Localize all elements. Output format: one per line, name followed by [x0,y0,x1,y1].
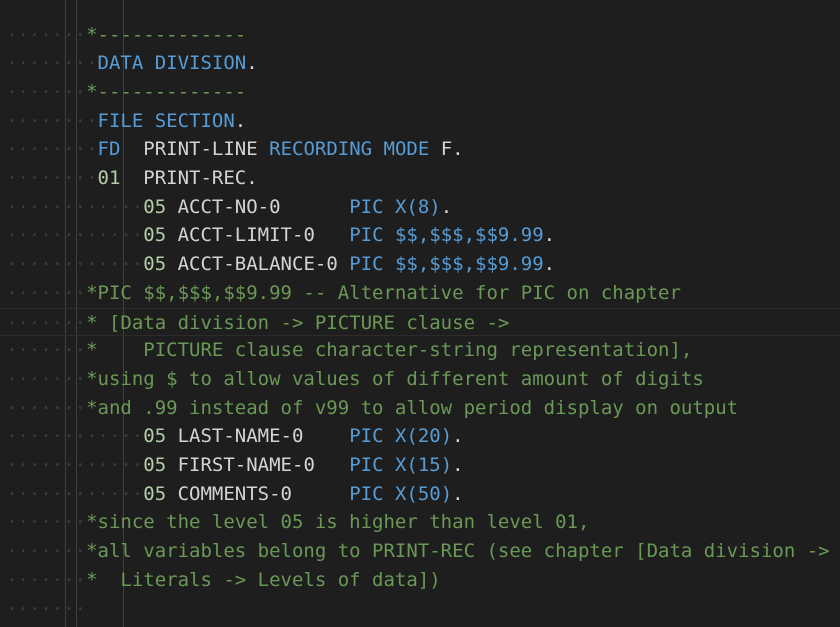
code-token: ACCT-LIMIT-0 [166,224,350,247]
code-token: 05 [143,454,167,476]
code-token: *using $ to allow values of different am… [86,367,704,390]
code-token: FILE SECTION [97,109,235,132]
whitespace-marker: ······· [6,367,87,390]
code-token: FD [97,138,121,161]
code-line[interactable]: ·······*------------- [0,78,840,107]
code-token: * Literals -> Levels of data]) [86,568,441,591]
code-token: COMMENTS-0 [166,482,350,505]
code-token: . [440,195,453,218]
code-token: 05 [143,482,167,505]
code-token: 05 [143,195,167,218]
whitespace-marker: ······· [6,568,87,591]
code-line[interactable]: ·······*------------- [0,21,840,50]
code-token: ACCT-NO-0 [166,195,350,218]
code-token: PRINT-REC. [120,167,258,189]
code-line[interactable]: ·······*PIC $$,$$$,$$9.99 -- Alternative… [0,279,840,308]
code-token: *------------- [86,23,247,46]
code-token: . [452,425,464,448]
code-line[interactable]: ········01 PRINT-REC. [0,164,840,193]
code-token: PIC X(15) [349,454,453,476]
code-line[interactable]: ············05 ACCT-BALANCE-0 PIC $$,$$$… [0,250,840,279]
code-line[interactable]: ·······*all variables belong to PRINT-RE… [0,537,840,566]
code-token: PIC X(20) [349,425,453,448]
code-line[interactable]: ············05 FIRST-NAME-0 PIC X(15). [0,451,840,480]
code-token: *------------- [86,80,247,103]
code-line[interactable]: ·······* Literals -> Levels of data]) [0,566,840,595]
code-line[interactable]: ·······*since the level 05 is higher tha… [0,508,840,537]
code-line[interactable]: ········FILE SECTION. [0,107,840,136]
whitespace-marker: ············ [6,195,144,218]
whitespace-marker: ············ [6,253,144,276]
code-token: LAST-NAME-0 [166,425,350,448]
whitespace-marker: ············ [6,482,144,505]
code-token: 05 [143,224,167,247]
code-token: FIRST-NAME-0 [166,454,350,476]
code-token: *PIC $$,$$$,$$9.99 -- Alternative for PI… [86,281,681,304]
code-line[interactable]: ········FD PRINT-LINE RECORDING MODE F. [0,135,840,164]
whitespace-marker: ········ [6,167,98,189]
code-token: . [543,224,556,247]
code-token: . [543,253,556,276]
code-token: *since the level 05 is higher than level… [86,511,590,534]
code-token: F. [429,138,464,161]
whitespace-marker: ············ [6,224,144,247]
code-token: *and .99 instead of v99 to allow period … [86,396,739,419]
code-line[interactable]: ·······*and .99 instead of v99 to allow … [0,394,840,423]
whitespace-marker: ······· [6,311,87,334]
code-editor[interactable]: ·······*------------- ········DATA DIVISI… [0,0,840,627]
code-token: PIC $$,$$$,$$9.99 [349,224,544,247]
whitespace-marker: ······· [6,23,87,46]
whitespace-marker: ············ [6,425,144,448]
code-line[interactable]: ············05 COMMENTS-0 PIC X(50). [0,480,840,509]
code-token: 05 [143,253,167,276]
code-token: 01 [97,167,121,189]
whitespace-marker: ······· [6,80,87,103]
code-line[interactable]: ·······*using $ to allow values of diffe… [0,365,840,394]
code-token: * PICTURE clause character-string repres… [86,339,693,362]
code-token: ACCT-BALANCE-0 [166,253,350,276]
code-token: *all variables belong to PRINT-REC (see … [86,540,830,563]
code-token: PIC X(8) [349,195,441,218]
code-token: . [234,109,247,132]
code-line[interactable]: ·······* [Data division -> PICTURE claus… [0,307,840,337]
code-line[interactable]: ·······* PICTURE clause character-string… [0,336,840,365]
whitespace-marker: ······· [6,396,87,419]
code-token: . [452,454,464,476]
whitespace-marker: ······· [6,281,87,304]
whitespace-marker: ········ [6,52,98,75]
whitespace-marker: ······· [6,511,87,534]
whitespace-marker: ············ [6,454,144,476]
whitespace-marker: ······· [6,339,87,362]
code-token: DATA DIVISION [97,52,247,75]
code-line[interactable]: ········DATA DIVISION. [0,49,840,78]
code-line[interactable]: ············05 ACCT-LIMIT-0 PIC $$,$$$,$… [0,221,840,250]
whitespace-marker: ········ [6,109,98,132]
code-token: * [Data division -> PICTURE clause -> [86,311,510,334]
whitespace-marker: ······· [6,597,87,620]
code-token: PIC $$,$$$,$$9.99 [349,253,544,276]
code-token: . [452,482,464,505]
code-line[interactable]: ············05 ACCT-NO-0 PIC X(8). [0,193,840,222]
code-line[interactable]: ············05 LAST-NAME-0 PIC X(20). [0,422,840,451]
whitespace-marker: ········ [6,138,98,161]
code-line[interactable]: ······· [0,595,840,624]
whitespace-marker: ······· [6,540,87,563]
code-token: PIC X(50) [349,482,453,505]
code-token: PRINT-LINE [120,138,270,161]
code-token: RECORDING MODE [269,138,430,161]
code-token: . [246,52,258,75]
code-token: 05 [143,425,167,448]
